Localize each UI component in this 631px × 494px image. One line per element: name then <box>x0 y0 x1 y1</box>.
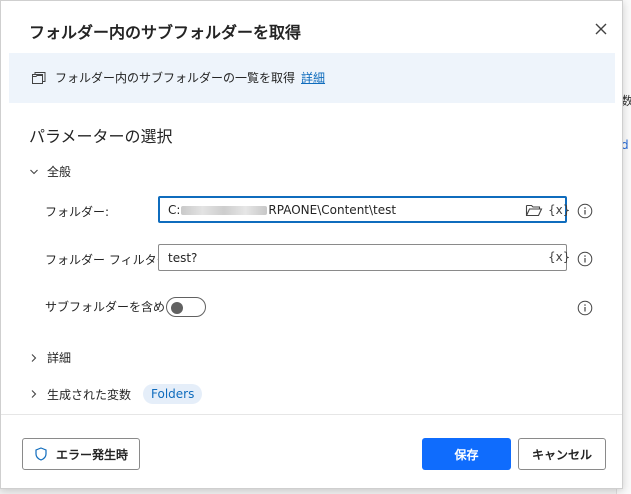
info-description: フォルダー内のサブフォルダーの一覧を取得 <box>55 71 296 85</box>
general-group-header[interactable]: 全般 <box>29 163 71 180</box>
folder-filter-label: フォルダー フィルター: <box>45 253 173 267</box>
folder-value: C: RPAONE\Content\test <box>168 203 397 217</box>
general-group-label: 全般 <box>47 165 72 179</box>
on-error-button[interactable]: エラー発生時 <box>22 438 140 470</box>
get-subfolders-dialog: フォルダー内のサブフォルダーを取得 フォルダー内のサブフォルダーの一覧を取得 詳細… <box>0 0 623 489</box>
variable-button[interactable]: {x} <box>548 203 570 217</box>
chevron-right-icon <box>31 390 37 398</box>
section-title: パラメーターの選択 <box>29 127 173 146</box>
on-error-label: エラー発生時 <box>55 447 128 462</box>
cancel-button[interactable]: キャンセル <box>518 438 606 470</box>
info-icon[interactable] <box>577 203 593 219</box>
close-icon[interactable] <box>591 19 611 39</box>
redacted-path <box>181 206 268 215</box>
footer-divider <box>1 414 622 415</box>
advanced-group-header[interactable]: 詳細 <box>29 349 71 366</box>
info-bar: フォルダー内のサブフォルダーの一覧を取得 詳細 <box>9 53 615 103</box>
variables-group-label: 生成された変数 <box>47 387 132 402</box>
dialog-title: フォルダー内のサブフォルダーを取得 <box>29 23 302 42</box>
include-subfolders-label: サブフォルダーを含める: <box>45 300 182 314</box>
chevron-right-icon <box>31 353 37 362</box>
chevron-down-icon <box>30 169 38 174</box>
variables-group-header[interactable]: 生成された変数 Folders <box>29 384 203 404</box>
variable-pill[interactable]: Folders <box>143 384 203 404</box>
folders-icon <box>32 72 46 84</box>
folder-filter-value: test? <box>168 251 198 265</box>
folder-input[interactable]: C: RPAONE\Content\test {x} <box>158 196 570 223</box>
folder-open-icon[interactable] <box>525 202 543 218</box>
toggle-knob <box>171 302 183 314</box>
folder-label: フォルダー: <box>45 205 110 219</box>
shield-icon <box>35 447 47 461</box>
details-link[interactable]: 詳細 <box>301 71 325 85</box>
save-button[interactable]: 保存 <box>422 438 511 470</box>
info-icon[interactable] <box>577 251 593 267</box>
variable-button[interactable]: {x} <box>548 250 570 264</box>
info-text: フォルダー内のサブフォルダーの一覧を取得 詳細 <box>55 69 325 86</box>
advanced-group-label: 詳細 <box>47 351 72 365</box>
info-icon[interactable] <box>577 300 593 316</box>
include-subfolders-toggle[interactable] <box>166 297 206 317</box>
folder-filter-input[interactable]: test? {x} <box>158 244 570 271</box>
